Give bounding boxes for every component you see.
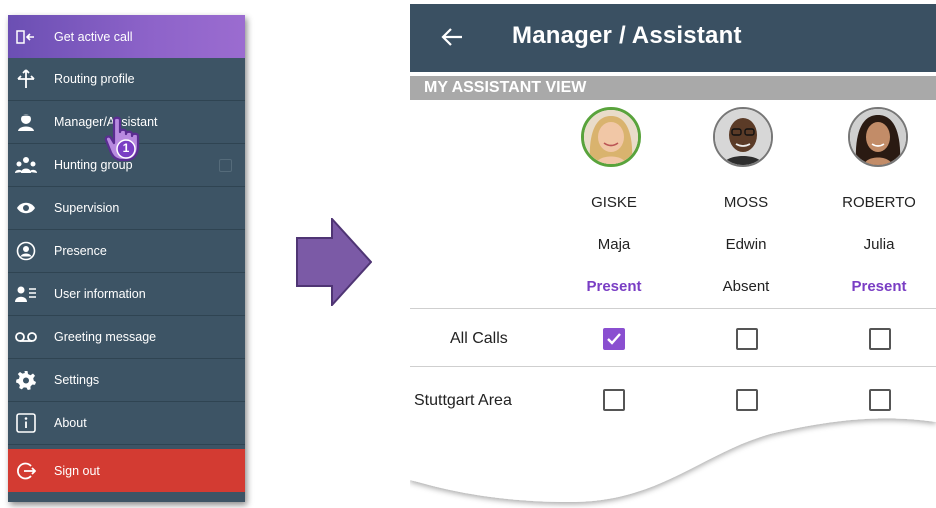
manager-icon — [15, 111, 37, 133]
checkbox-stuttgart-giske[interactable] — [603, 389, 625, 411]
tap-gesture-icon: 1 — [104, 116, 154, 162]
manager-first-name: Maja — [597, 236, 631, 253]
menu-item-routing-profile[interactable]: Routing profile — [8, 58, 245, 101]
gear-icon — [15, 369, 37, 391]
info-icon — [15, 412, 37, 434]
menu-item-user-information[interactable]: User information — [8, 273, 245, 316]
sign-out-icon — [15, 460, 37, 482]
menu-item-label: Get active call — [54, 29, 133, 44]
transition-arrow-icon — [296, 216, 373, 308]
menu-item-label: Presence — [54, 244, 107, 258]
presence-icon — [15, 240, 37, 262]
page-title: Manager / Assistant — [512, 22, 742, 49]
menu-item-sign-out[interactable]: Sign out — [8, 449, 245, 492]
row-divider — [410, 366, 936, 367]
status-badge: Absent — [722, 278, 770, 295]
menu-item-label: User information — [54, 287, 146, 301]
avatar-moss — [713, 107, 773, 167]
tap-step-badge: 1 — [122, 141, 130, 155]
checkbox-stuttgart-moss[interactable] — [736, 389, 758, 411]
checkbox-stuttgart-roberto[interactable] — [869, 389, 891, 411]
routing-icon — [15, 68, 37, 90]
menu-item-label: Settings — [54, 373, 100, 387]
active-call-icon — [15, 26, 37, 48]
row-divider — [410, 308, 936, 309]
hunting-group-icon — [15, 154, 37, 176]
navigation-drawer: Get active call Routing profile Manager/… — [8, 15, 245, 502]
manager-last-name: MOSS — [723, 194, 769, 211]
eye-icon — [15, 197, 37, 219]
checkbox-all-calls-giske[interactable] — [603, 328, 625, 350]
manager-first-name: Julia — [863, 236, 895, 253]
menu-item-label: Supervision — [54, 201, 120, 215]
checkbox-all-calls-moss[interactable] — [736, 328, 758, 350]
menu-item-label: Routing profile — [54, 72, 135, 86]
section-header: MY ASSISTANT VIEW — [410, 76, 936, 100]
phone-screen: Manager / Assistant MY ASSISTANT VIEW GI… — [410, 4, 936, 508]
menu-item-presence[interactable]: Presence — [8, 230, 245, 273]
avatar-roberto — [848, 107, 908, 167]
checkbox-all-calls-roberto[interactable] — [869, 328, 891, 350]
menu-item-about[interactable]: About — [8, 402, 245, 445]
row-label-all-calls: All Calls — [450, 330, 508, 347]
status-badge: Present — [851, 278, 907, 295]
back-arrow-icon[interactable] — [440, 24, 466, 50]
manager-last-name: ROBERTO — [842, 194, 916, 211]
app-bar: Manager / Assistant — [410, 4, 936, 72]
avatar-giske — [581, 107, 641, 167]
user-info-icon — [15, 283, 37, 305]
menu-item-label: About — [54, 416, 87, 430]
manager-first-name: Edwin — [725, 236, 767, 253]
menu-item-supervision[interactable]: Supervision — [8, 187, 245, 230]
status-badge: Present — [586, 278, 642, 295]
menu-item-label: Sign out — [54, 463, 100, 478]
voicemail-icon — [15, 326, 37, 348]
manager-last-name: GISKE — [591, 194, 637, 211]
menu-item-get-active-call[interactable]: Get active call — [8, 15, 245, 58]
row-label-stuttgart-area: Stuttgart Area — [414, 392, 512, 409]
hunting-group-checkbox[interactable] — [219, 159, 232, 172]
menu-item-label: Greeting message — [54, 330, 157, 344]
menu-item-greeting-message[interactable]: Greeting message — [8, 316, 245, 359]
menu-item-settings[interactable]: Settings — [8, 359, 245, 402]
